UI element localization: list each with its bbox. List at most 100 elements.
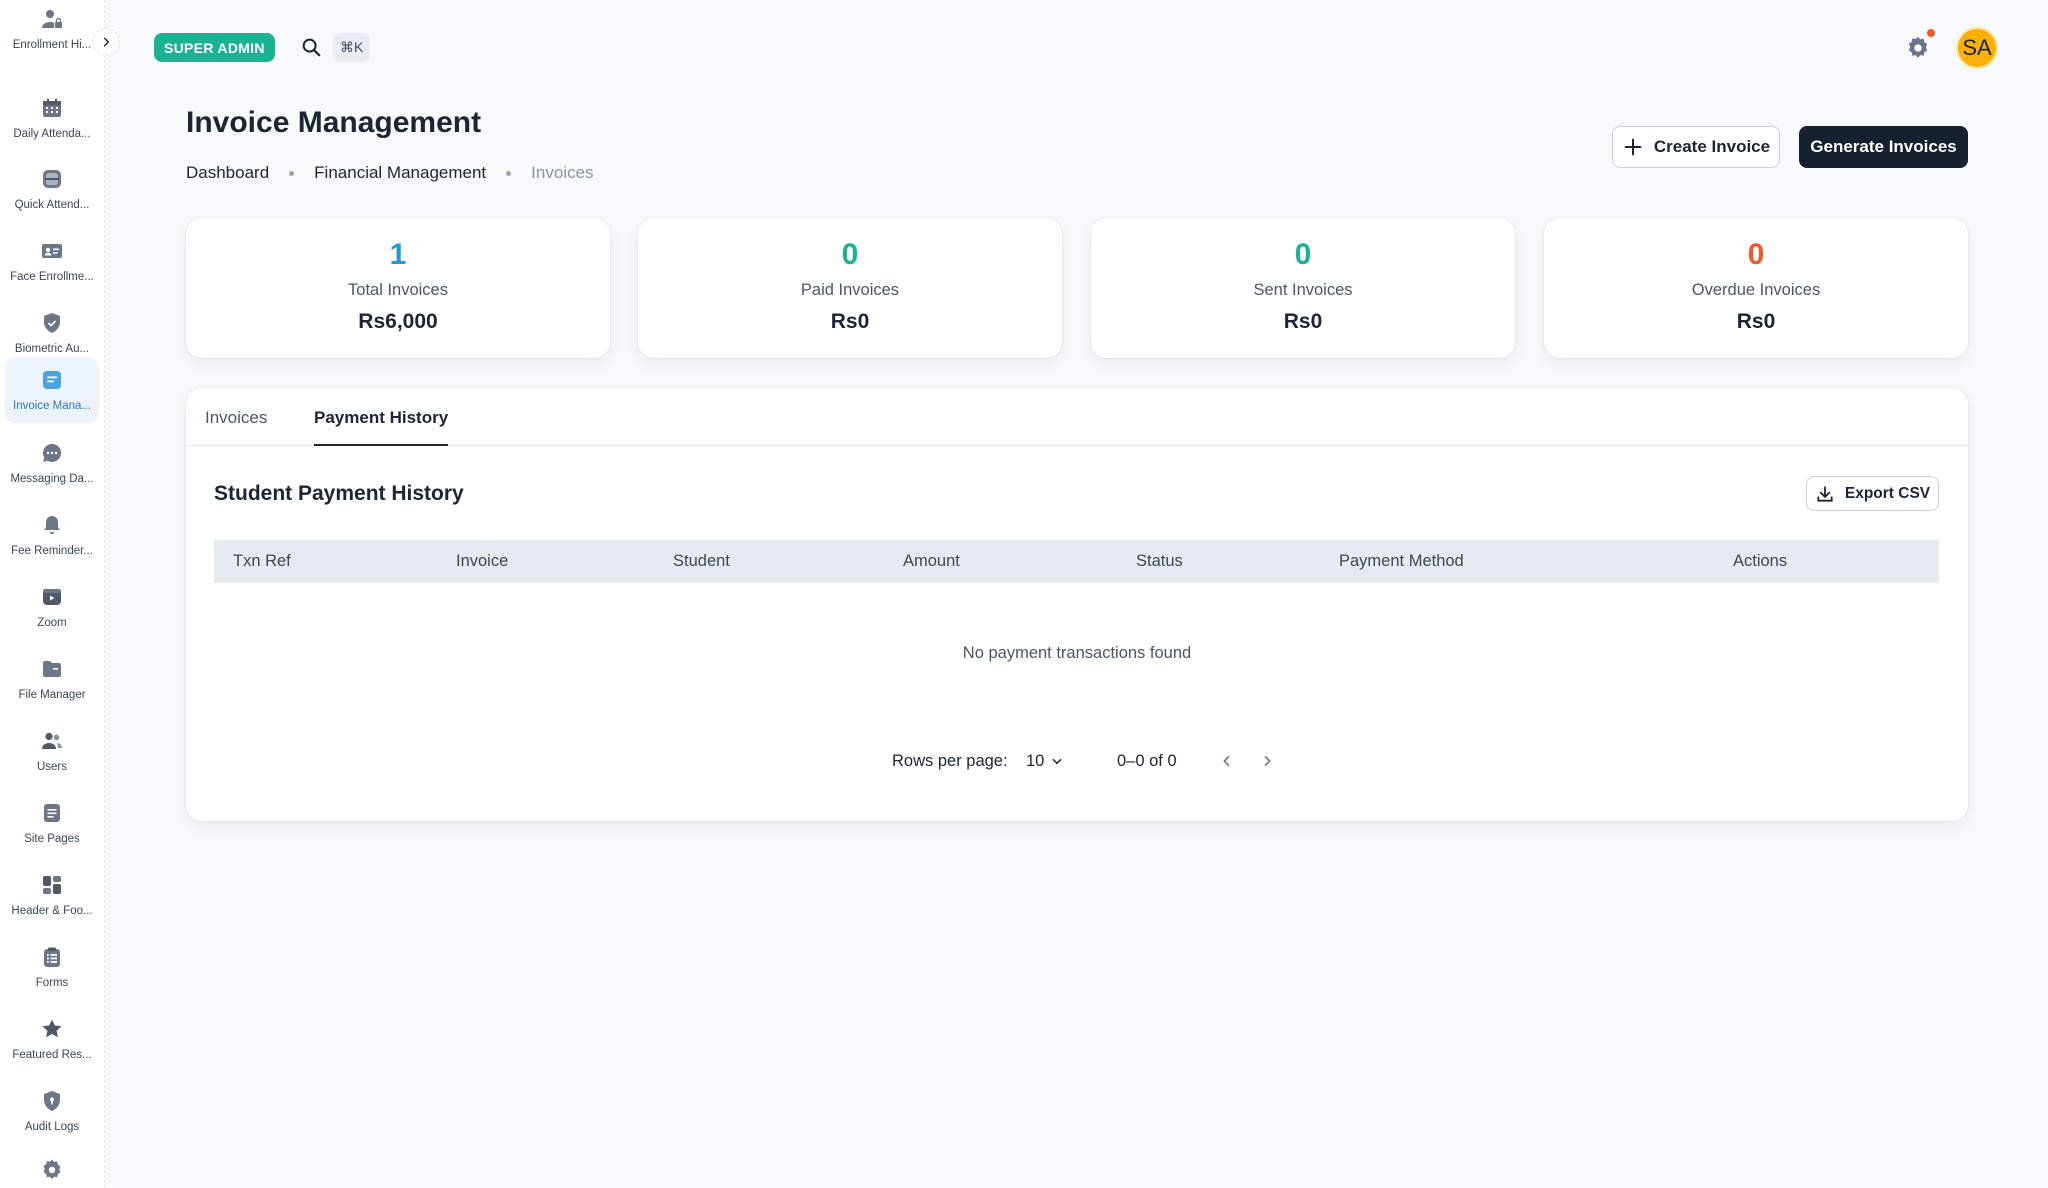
chevron-left-icon bbox=[1223, 755, 1230, 767]
sidebar-item-quick-attendance[interactable]: Quick Attend... bbox=[5, 156, 99, 222]
sidebar-item-face-enrollment[interactable]: Face Enrollme... bbox=[5, 228, 99, 294]
export-csv-button[interactable]: Export CSV bbox=[1806, 476, 1939, 511]
shield-lock-icon bbox=[44, 1091, 60, 1111]
sidebar-item-daily-attendance[interactable]: Daily Attenda... bbox=[5, 85, 99, 151]
folder-icon bbox=[43, 661, 61, 677]
chevron-right-icon bbox=[1264, 755, 1271, 767]
breadcrumb-financial-management[interactable]: Financial Management bbox=[314, 163, 486, 183]
column-header-amount[interactable]: Amount bbox=[903, 552, 960, 571]
page-title: Invoice Management bbox=[186, 106, 482, 139]
bell-icon bbox=[44, 516, 60, 534]
sidebar-item-label: Fee Reminder... bbox=[11, 545, 93, 557]
sidebar-item-zoom[interactable]: Zoom bbox=[5, 574, 99, 640]
breadcrumb-dashboard[interactable]: Dashboard bbox=[186, 163, 269, 183]
calendar-icon bbox=[43, 98, 61, 117]
avatar[interactable]: SA bbox=[1956, 27, 1998, 69]
breadcrumb-separator bbox=[506, 170, 512, 176]
column-header-invoice[interactable]: Invoice bbox=[456, 552, 508, 571]
sidebar-item-site-pages[interactable]: Site Pages bbox=[5, 790, 99, 856]
sidebar-item-featured-resources[interactable]: Featured Res... bbox=[5, 1006, 99, 1072]
column-header-student[interactable]: Student bbox=[673, 552, 730, 571]
settings-button[interactable] bbox=[1904, 34, 1932, 62]
tab-invoices[interactable]: Invoices bbox=[205, 408, 267, 444]
stat-value: 0 bbox=[1294, 238, 1312, 271]
stat-label: Overdue Invoices bbox=[1691, 281, 1821, 299]
sidebar-item-label: Invoice Mana... bbox=[13, 400, 91, 412]
chevron-down-icon bbox=[1052, 758, 1062, 765]
breadcrumb-separator bbox=[289, 170, 295, 176]
sidebar-item-fee-reminders[interactable]: Fee Reminder... bbox=[5, 502, 99, 568]
next-page-button[interactable] bbox=[1254, 748, 1280, 774]
role-badge: SUPER ADMIN bbox=[154, 33, 275, 62]
sidebar-item-invoice-management[interactable]: Invoice Mana... bbox=[5, 357, 99, 423]
sidebar-item-label: Face Enrollme... bbox=[10, 271, 94, 283]
scan-icon bbox=[43, 170, 61, 188]
gear-icon bbox=[1908, 36, 1928, 58]
stat-card-total-invoices: 1 Total Invoices Rs6,000 bbox=[186, 218, 610, 358]
stat-amount: Rs0 bbox=[1283, 310, 1323, 333]
id-card-icon bbox=[42, 244, 62, 258]
stat-amount: Rs0 bbox=[830, 310, 870, 333]
notification-dot bbox=[1927, 29, 1935, 37]
rows-per-page-label: Rows per page: bbox=[892, 752, 1008, 770]
sidebar-item-enrollment-history[interactable]: Enrollment Hi... bbox=[5, 0, 99, 62]
sidebar-item-label: Daily Attenda... bbox=[13, 128, 91, 140]
pagination-range: 0–0 of 0 bbox=[1117, 752, 1177, 770]
previous-page-button[interactable] bbox=[1214, 748, 1240, 774]
search-button[interactable] bbox=[299, 35, 323, 59]
sidebar-expand-button[interactable] bbox=[92, 28, 120, 56]
stat-card-paid-invoices: 0 Paid Invoices Rs0 bbox=[638, 218, 1062, 358]
empty-state-message: No payment transactions found bbox=[962, 644, 1192, 662]
stat-label: Total Invoices bbox=[348, 281, 448, 299]
export-csv-label: Export CSV bbox=[1844, 484, 1931, 502]
sidebar-item-settings[interactable] bbox=[5, 1150, 99, 1188]
sidebar-item-label: Quick Attend... bbox=[14, 199, 90, 211]
stat-card-overdue-invoices: 0 Overdue Invoices Rs0 bbox=[1544, 218, 1968, 358]
sidebar-item-label: File Manager bbox=[18, 689, 86, 701]
stat-value: 0 bbox=[1747, 238, 1765, 271]
sidebar: Enrollment Hi... Daily Attenda... Quick … bbox=[0, 0, 105, 1188]
generate-invoices-button[interactable]: Generate Invoices bbox=[1799, 126, 1968, 168]
column-header-txn-ref[interactable]: Txn Ref bbox=[233, 552, 291, 571]
sidebar-item-header-footer[interactable]: Header & Foo... bbox=[5, 862, 99, 928]
rows-per-page-value: 10 bbox=[1026, 751, 1045, 770]
video-icon bbox=[43, 589, 61, 605]
stat-amount: Rs0 bbox=[1736, 310, 1776, 333]
stat-label: Paid Invoices bbox=[800, 281, 900, 299]
stat-value: 1 bbox=[389, 238, 407, 271]
sidebar-item-audit-logs[interactable]: Audit Logs bbox=[5, 1078, 99, 1144]
rows-per-page-select[interactable]: 10 bbox=[1026, 749, 1064, 773]
page-icon bbox=[44, 804, 60, 822]
search-shortcut-badge: ⌘K bbox=[333, 33, 371, 62]
sidebar-item-forms[interactable]: Forms bbox=[5, 934, 99, 1000]
tab-payment-history[interactable]: Payment History bbox=[314, 408, 449, 446]
gear-icon bbox=[43, 1159, 61, 1180]
column-header-status[interactable]: Status bbox=[1136, 552, 1183, 571]
create-invoice-label: Create Invoice bbox=[1653, 137, 1771, 156]
sidebar-item-label: Header & Foo... bbox=[11, 905, 93, 917]
shield-check-icon bbox=[44, 313, 60, 333]
create-invoice-button[interactable]: Create Invoice bbox=[1612, 126, 1780, 168]
sidebar-item-label: Biometric Au... bbox=[14, 343, 90, 355]
sidebar-item-label: Audit Logs bbox=[24, 1121, 80, 1133]
sidebar-item-label: Messaging Da... bbox=[10, 473, 94, 485]
user-lock-icon bbox=[42, 10, 62, 28]
stat-value: 0 bbox=[841, 238, 859, 271]
chat-icon bbox=[42, 443, 62, 462]
download-icon bbox=[1817, 485, 1833, 502]
column-header-actions: Actions bbox=[1733, 552, 1788, 570]
stat-label: Sent Invoices bbox=[1253, 281, 1353, 299]
chevron-right-icon bbox=[103, 37, 110, 47]
sidebar-item-label: Users bbox=[36, 761, 68, 773]
star-icon bbox=[42, 1019, 62, 1038]
users-icon bbox=[42, 732, 62, 749]
plus-icon bbox=[1624, 138, 1642, 156]
sidebar-item-messaging-dashboard[interactable]: Messaging Da... bbox=[5, 430, 99, 496]
sidebar-item-label: Zoom bbox=[37, 617, 67, 629]
column-header-payment-method[interactable]: Payment Method bbox=[1339, 552, 1464, 571]
payment-history-panel: Invoices Payment History Student Payment… bbox=[186, 388, 1968, 821]
stat-card-sent-invoices: 0 Sent Invoices Rs0 bbox=[1091, 218, 1515, 358]
sidebar-item-users[interactable]: Users bbox=[5, 718, 99, 784]
sidebar-item-file-manager[interactable]: File Manager bbox=[5, 646, 99, 712]
table-header: Txn Ref Invoice Student Amount Status Pa… bbox=[214, 540, 1939, 583]
